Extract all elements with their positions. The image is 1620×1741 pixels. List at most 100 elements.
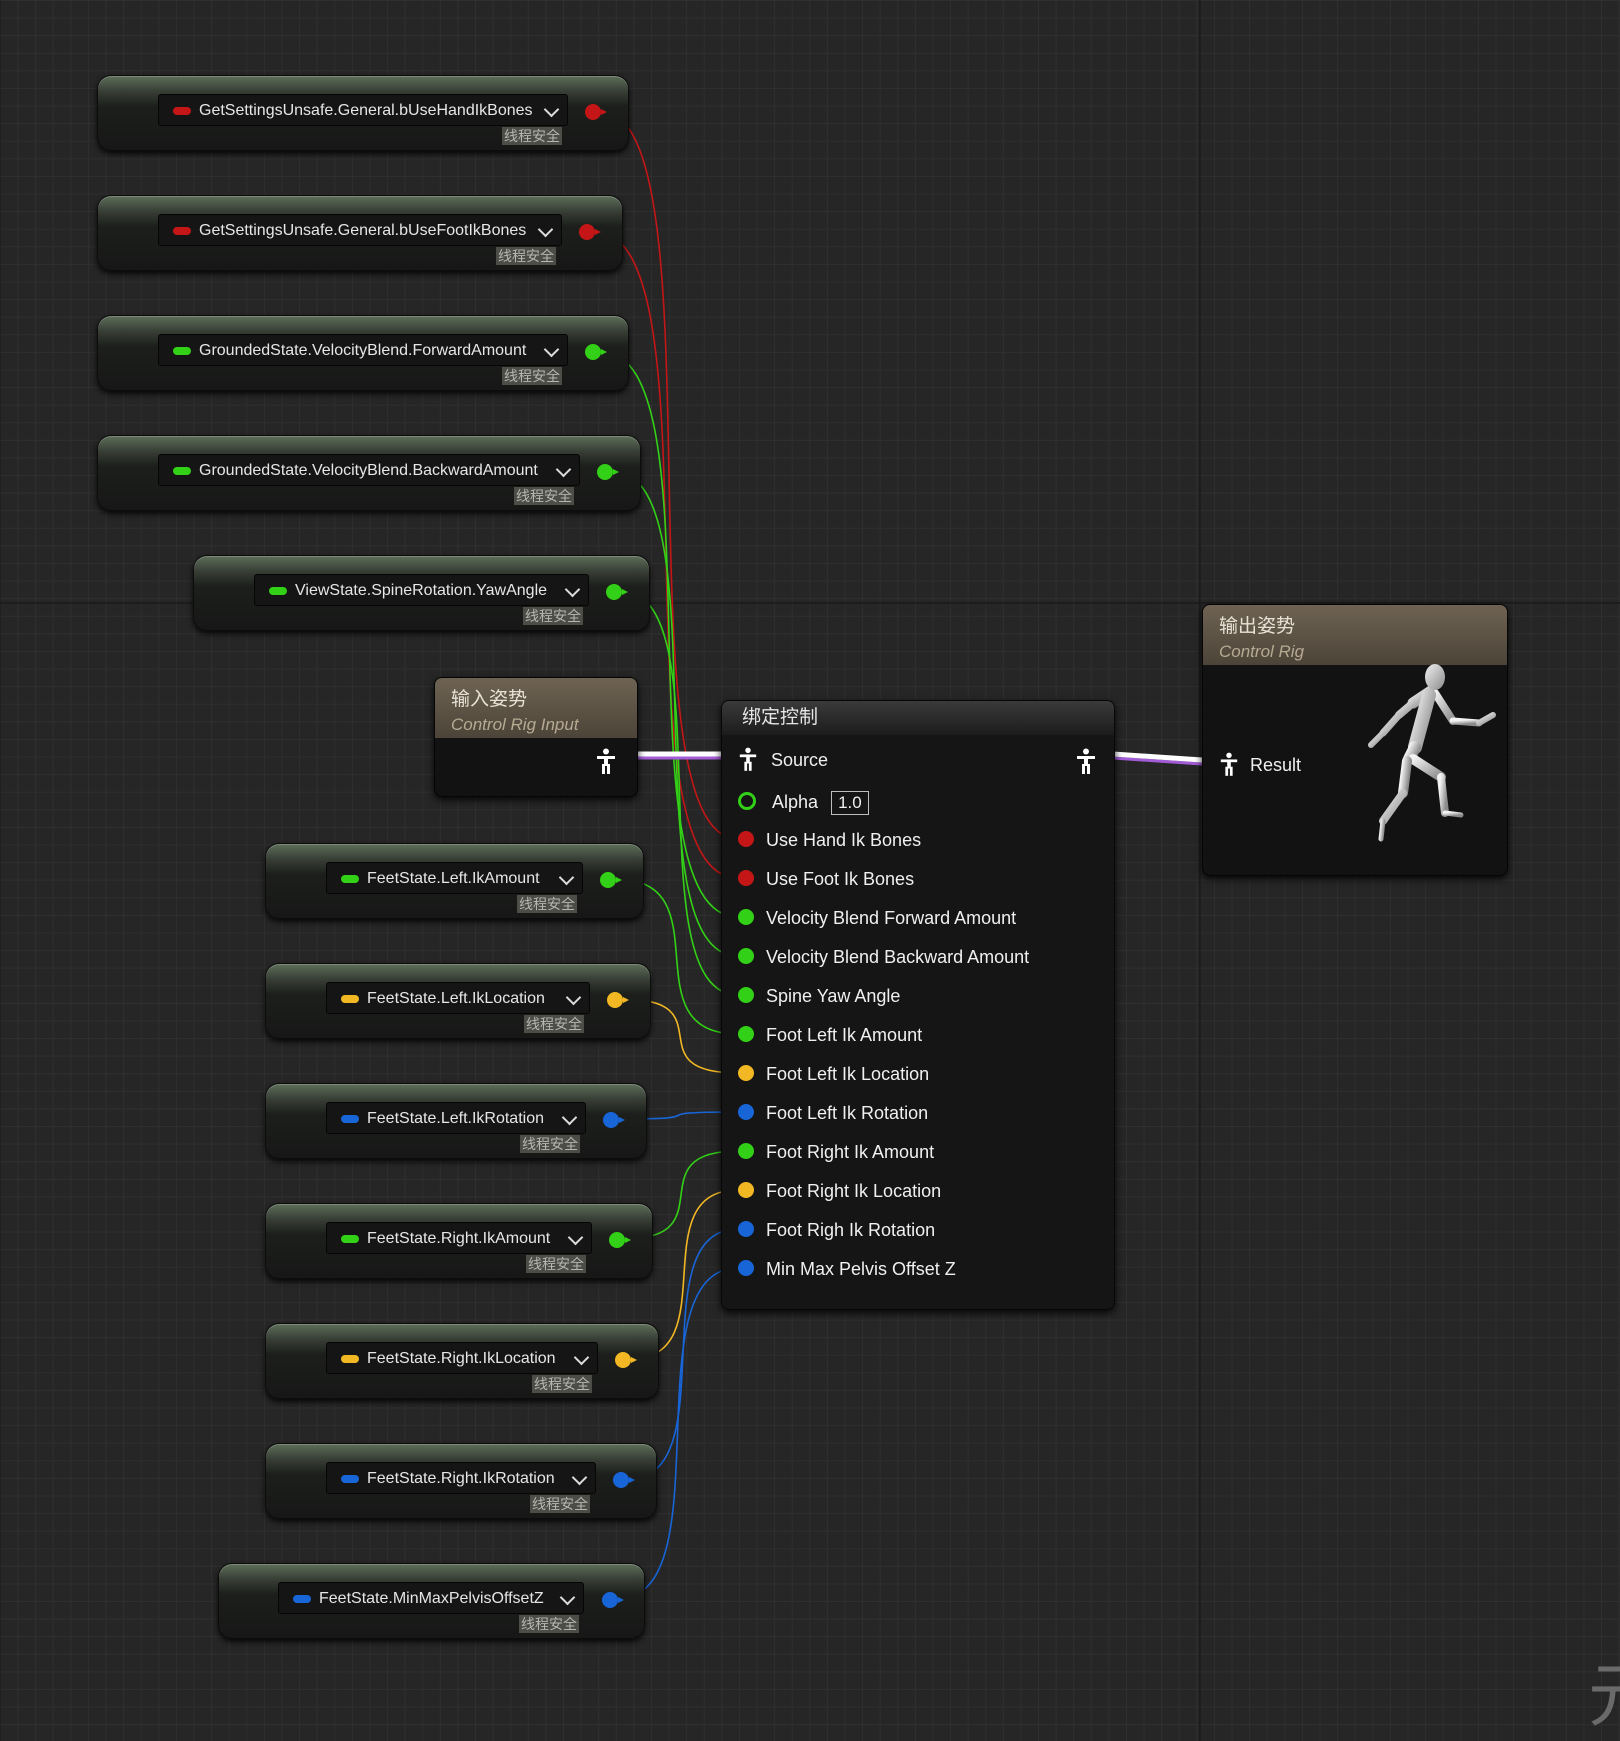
var-selector[interactable]: GetSettingsUnsafe.General.bUseHandIkBone… <box>158 94 568 126</box>
chevron-down-icon <box>567 1229 584 1246</box>
thread-safe-tag: 线程安全 <box>532 1375 592 1393</box>
output-pin[interactable] <box>597 464 619 480</box>
var-node-use-foot-ik[interactable]: GetSettingsUnsafe.General.bUseFootIkBone… <box>97 195 623 271</box>
output-pin[interactable] <box>600 872 622 888</box>
output-pin[interactable] <box>613 1472 635 1488</box>
var-selector[interactable]: FeetState.Right.IkLocation <box>326 1342 598 1374</box>
thread-safe-tag: 线程安全 <box>526 1255 586 1273</box>
input-pin-row[interactable]: Foot Right Ik Location <box>738 1177 941 1205</box>
input-pin-row[interactable]: Use Foot Ik Bones <box>738 865 914 893</box>
var-name: GroundedState.VelocityBlend.ForwardAmoun… <box>199 342 527 359</box>
input-pin-row[interactable]: Foot Right Ik Amount <box>738 1138 934 1166</box>
rotator-pin[interactable] <box>738 1221 754 1238</box>
vector-pin[interactable] <box>738 1182 754 1199</box>
output-pose-node[interactable]: 输出姿势 Control Rig Result <box>1202 604 1508 876</box>
output-pin[interactable] <box>585 344 607 360</box>
node-subtitle: Control Rig Input <box>451 715 579 734</box>
var-node-spine-yaw[interactable]: ViewState.SpineRotation.YawAngle 线程安全 <box>193 555 650 631</box>
pin-label: Foot Righ Ik Rotation <box>766 1220 936 1240</box>
output-pin[interactable] <box>585 104 607 120</box>
input-pin-row[interactable]: Velocity Blend Backward Amount <box>738 943 1029 971</box>
pin-label: Foot Left Ik Location <box>766 1064 930 1084</box>
bool-pin[interactable] <box>738 831 754 848</box>
node-title: 绑定控制 <box>722 701 1114 735</box>
float-pin[interactable] <box>738 909 754 926</box>
vector-pin[interactable] <box>738 1065 754 1082</box>
var-selector[interactable]: FeetState.Left.IkLocation <box>326 982 590 1014</box>
result-pin-row[interactable]: Result <box>1219 751 1301 779</box>
var-node-foot-left-ik-rotation[interactable]: FeetState.Left.IkRotation 线程安全 <box>265 1083 647 1159</box>
var-node-foot-right-ik-amount[interactable]: FeetState.Right.IkAmount 线程安全 <box>265 1203 653 1279</box>
input-pin-row[interactable]: Foot Left Ik Rotation <box>738 1099 928 1127</box>
thread-safe-tag: 线程安全 <box>514 487 574 505</box>
chevron-down-icon <box>537 221 554 238</box>
float-type-icon <box>173 347 191 355</box>
chevron-down-icon <box>558 869 575 886</box>
float-pin[interactable] <box>738 1026 754 1043</box>
chevron-down-icon <box>565 989 582 1006</box>
var-node-min-max-pelvis-offset[interactable]: FeetState.MinMaxPelvisOffsetZ 线程安全 <box>218 1563 645 1639</box>
var-selector[interactable]: GroundedState.VelocityBlend.ForwardAmoun… <box>158 334 568 366</box>
chevron-down-icon <box>543 101 560 118</box>
input-pin-row[interactable]: Velocity Blend Forward Amount <box>738 904 1016 932</box>
var-node-foot-right-ik-location[interactable]: FeetState.Right.IkLocation 线程安全 <box>265 1323 659 1399</box>
output-pin[interactable] <box>615 1352 637 1368</box>
rotator-type-icon <box>341 1475 359 1483</box>
input-pin-row[interactable]: Min Max Pelvis Offset Z <box>738 1255 956 1283</box>
output-pin[interactable] <box>606 584 628 600</box>
thread-safe-tag: 线程安全 <box>530 1495 590 1513</box>
output-pin[interactable] <box>607 992 629 1008</box>
var-selector[interactable]: FeetState.Left.IkRotation <box>326 1102 586 1134</box>
var-selector[interactable]: FeetState.MinMaxPelvisOffsetZ <box>278 1582 584 1614</box>
pin-label: Velocity Blend Forward Amount <box>766 908 1017 928</box>
var-node-velocity-forward[interactable]: GroundedState.VelocityBlend.ForwardAmoun… <box>97 315 629 391</box>
output-pin[interactable] <box>579 224 601 240</box>
float-pin[interactable] <box>738 948 754 965</box>
output-pin[interactable] <box>602 1592 624 1608</box>
var-node-foot-left-ik-location[interactable]: FeetState.Left.IkLocation 线程安全 <box>265 963 651 1039</box>
chevron-down-icon <box>573 1349 590 1366</box>
alpha-value-field[interactable]: 1.0 <box>831 791 869 815</box>
input-pin-row[interactable]: Foot Righ Ik Rotation <box>738 1216 935 1244</box>
var-node-velocity-backward[interactable]: GroundedState.VelocityBlend.BackwardAmou… <box>97 435 641 511</box>
float-pin[interactable] <box>738 987 754 1004</box>
chevron-down-icon <box>559 1589 576 1606</box>
var-selector[interactable]: FeetState.Left.IkAmount <box>326 862 583 894</box>
pin-label: Spine Yaw Angle <box>766 986 901 1006</box>
bool-pin[interactable] <box>738 870 754 887</box>
chevron-down-icon <box>571 1469 588 1486</box>
pin-label: Foot Right Ik Amount <box>766 1142 935 1162</box>
var-node-foot-left-ik-amount[interactable]: FeetState.Left.IkAmount 线程安全 <box>265 843 644 919</box>
thread-safe-tag: 线程安全 <box>519 1615 579 1633</box>
var-node-foot-right-ik-rotation[interactable]: FeetState.Right.IkRotation 线程安全 <box>265 1443 657 1519</box>
var-selector[interactable]: FeetState.Right.IkAmount <box>326 1222 592 1254</box>
source-pin-row[interactable]: Source <box>738 746 828 774</box>
pose-pin-icon <box>1220 752 1238 777</box>
input-pin-row[interactable]: Spine Yaw Angle <box>738 982 900 1010</box>
input-pin-row[interactable]: Foot Left Ik Location <box>738 1060 929 1088</box>
var-node-use-hand-ik[interactable]: GetSettingsUnsafe.General.bUseHandIkBone… <box>97 75 629 151</box>
alpha-pin-row[interactable]: Alpha 1.0 <box>738 788 869 816</box>
rotator-pin[interactable] <box>738 1260 754 1277</box>
var-selector[interactable]: GroundedState.VelocityBlend.BackwardAmou… <box>158 454 580 486</box>
float-pin[interactable] <box>738 1143 754 1160</box>
pose-output-pin-icon[interactable] <box>1075 748 1097 774</box>
var-selector[interactable]: FeetState.Right.IkRotation <box>326 1462 596 1494</box>
node-title: 输入姿势 <box>451 689 528 710</box>
pose-pin-icon <box>739 747 757 772</box>
pin-label: Foot Left Ik Amount <box>766 1025 923 1045</box>
input-pose-node[interactable]: 输入姿势 Control Rig Input <box>434 677 638 797</box>
output-pin[interactable] <box>603 1112 625 1128</box>
var-name: FeetState.Right.IkAmount <box>367 1230 551 1247</box>
var-name: FeetState.Left.IkLocation <box>367 990 545 1007</box>
rotator-pin[interactable] <box>738 1104 754 1121</box>
var-selector[interactable]: GetSettingsUnsafe.General.bUseFootIkBone… <box>158 214 562 246</box>
output-pin[interactable] <box>609 1232 631 1248</box>
alpha-pin[interactable] <box>738 792 756 811</box>
bool-type-icon <box>173 227 191 235</box>
control-rig-node[interactable]: 绑定控制 Source Alpha 1.0 Use Hand Ik Bones U… <box>721 700 1115 1310</box>
var-selector[interactable]: ViewState.SpineRotation.YawAngle <box>254 574 589 606</box>
pose-pin-icon[interactable] <box>595 748 617 774</box>
input-pin-row[interactable]: Foot Left Ik Amount <box>738 1021 922 1049</box>
input-pin-row[interactable]: Use Hand Ik Bones <box>738 826 921 854</box>
